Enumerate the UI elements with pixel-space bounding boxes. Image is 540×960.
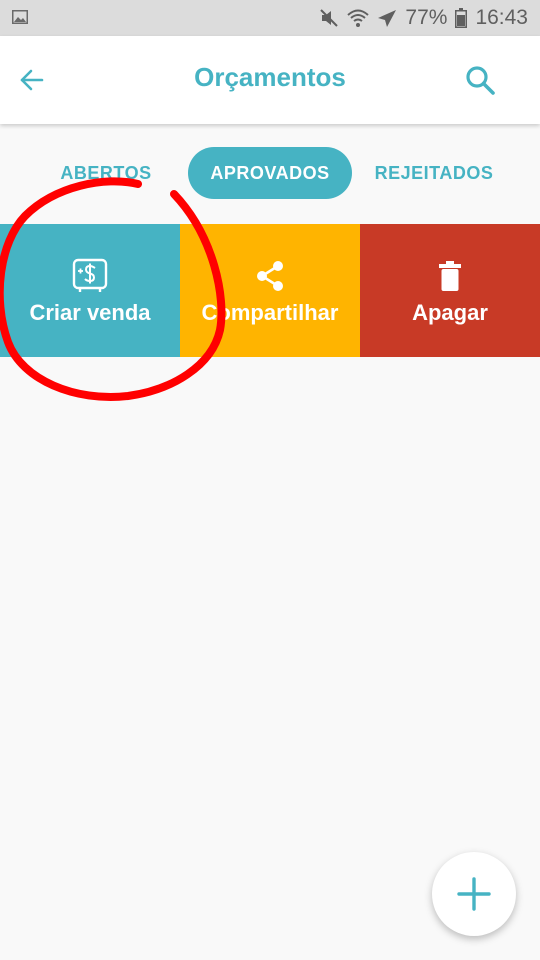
plus-icon <box>457 877 491 911</box>
search-icon[interactable] <box>462 62 498 98</box>
status-bar: 77% 16:43 <box>0 0 540 36</box>
tab-abertos[interactable]: ABERTOS <box>40 147 172 199</box>
share-button[interactable]: Compartilhar <box>180 224 360 357</box>
create-sale-button[interactable]: Criar venda <box>0 224 180 357</box>
gallery-icon <box>12 10 28 24</box>
tab-bar: ABERTOS APROVADOS REJEITADOS <box>0 147 540 199</box>
add-fab-button[interactable] <box>432 852 516 936</box>
delete-label: Apagar <box>412 300 488 325</box>
page-title: Orçamentos <box>194 62 346 92</box>
mute-icon <box>320 9 339 27</box>
tab-aprovados[interactable]: APROVADOS <box>188 147 352 199</box>
money-add-icon <box>72 258 108 292</box>
trash-icon <box>439 261 461 291</box>
delete-button[interactable]: Apagar <box>360 224 540 357</box>
clock: 16:43 <box>475 6 528 29</box>
tab-rejeitados[interactable]: REJEITADOS <box>360 147 508 199</box>
battery-percent: 77% <box>405 6 448 29</box>
app-bar: Orçamentos <box>0 36 540 124</box>
battery-icon <box>455 8 468 28</box>
swipe-actions: Criar venda Compartilhar Apagar <box>0 224 540 357</box>
airplane-icon <box>378 10 397 27</box>
create-sale-label: Criar venda <box>29 300 151 325</box>
share-icon <box>257 261 283 291</box>
wifi-icon <box>347 9 370 27</box>
share-label: Compartilhar <box>201 300 339 325</box>
